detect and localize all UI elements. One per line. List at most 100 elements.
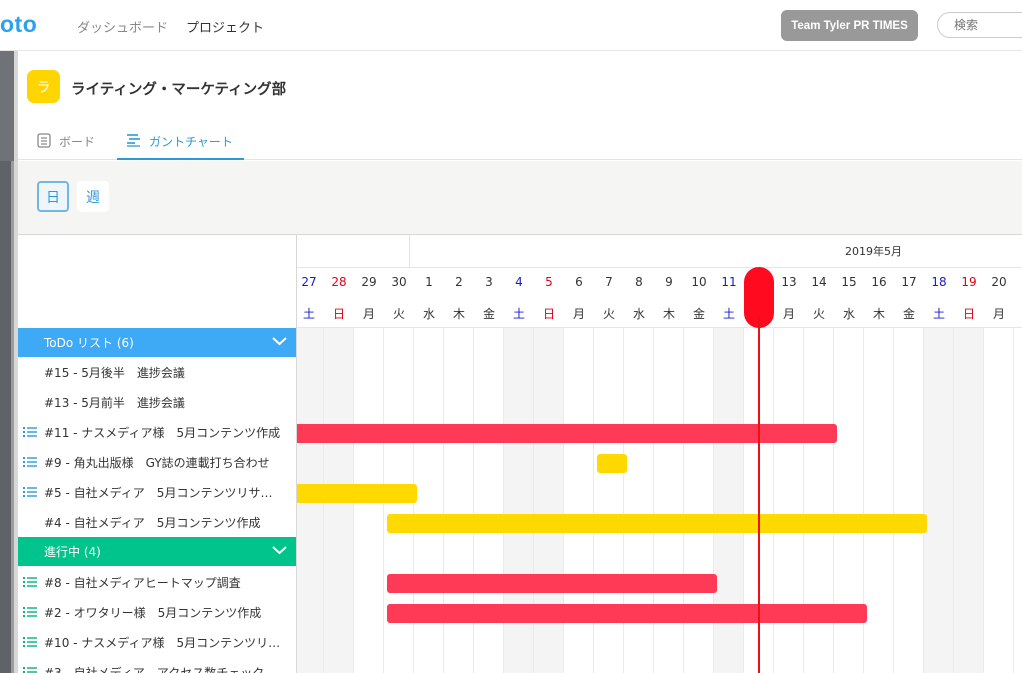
day-column [924, 328, 954, 673]
top-navigation-bar: oto ダッシュボード プロジェクト Team Tyler PR TIMES [0, 0, 1022, 51]
header-divider [297, 327, 1022, 328]
gantt-bar[interactable] [297, 483, 417, 503]
task-label: #5 - 自社メディア 5月コンテンツリサ… [44, 485, 273, 500]
day-number-label: 10 [691, 275, 707, 289]
chevron-down-icon[interactable] [272, 544, 287, 556]
subtask-list-icon [23, 637, 37, 647]
task-row[interactable]: #5 - 自社メディア 5月コンテンツリサ… [18, 477, 296, 507]
tab-board[interactable]: ボード [37, 133, 109, 160]
gantt-bar[interactable] [387, 513, 927, 533]
tab-gantt-chart[interactable]: ガントチャート [117, 133, 244, 160]
task-label: #13 - 5月前半 進捗会議 [44, 395, 185, 410]
gantt-bar[interactable] [297, 423, 837, 443]
task-label: #9 - 角丸出版様 GY誌の連載打ち合わせ [44, 455, 270, 470]
weekday-label: 金 [902, 307, 915, 321]
day-view-button[interactable]: 日 [37, 181, 69, 212]
day-number-label: 20 [991, 275, 1007, 289]
month-row-divider [297, 267, 1022, 268]
subtask-list-icon [23, 457, 37, 467]
task-row[interactable]: #2 - オワタリー様 5月コンテンツ作成 [18, 597, 296, 627]
day-number-label: 8 [635, 275, 643, 289]
day-column [864, 328, 894, 673]
day-number-label: 3 [485, 275, 493, 289]
chevron-down-icon[interactable] [272, 335, 287, 347]
gantt-bar[interactable] [597, 453, 627, 473]
day-number-label: 1 [425, 275, 433, 289]
task-row[interactable]: #4 - 自社メディア 5月コンテンツ作成 [18, 507, 296, 537]
task-label: #11 - ナスメディア様 5月コンテンツ作成 [44, 425, 281, 440]
day-number-label: 14 [811, 275, 827, 289]
group-header-todo[interactable]: ToDo リスト (6) [18, 328, 296, 357]
gantt-bar[interactable] [387, 603, 867, 623]
task-row[interactable]: #10 - ナスメディア様 5月コンテンツリ… [18, 627, 296, 657]
day-number-label: 9 [665, 275, 673, 289]
weekday-label: 日 [962, 307, 975, 321]
weekday-label: 火 [392, 307, 405, 321]
day-number-label: 6 [575, 275, 583, 289]
subtask-list-icon [23, 667, 37, 673]
week-view-button[interactable]: 週 [77, 181, 109, 212]
day-number-label: 27 [301, 275, 317, 289]
group-label: 進行中 (4) [44, 545, 101, 559]
subtask-list-icon [23, 487, 37, 497]
app-logo[interactable]: oto [0, 11, 37, 38]
day-column [984, 328, 1014, 673]
day-number-label: 4 [515, 275, 523, 289]
search-input[interactable] [937, 12, 1022, 38]
gantt-chart-area[interactable]: 2019年5月 27 土 28 日 29 月 30 火 1 水 2 木 3 金 4 土 5 日 6 月 7 火 8 水 9 木 10… [297, 234, 1022, 673]
task-label: #2 - オワタリー様 5月コンテンツ作成 [44, 605, 262, 620]
project-title: ライティング・マーケティング部 [71, 82, 287, 98]
gantt-bar[interactable] [387, 573, 717, 593]
weekday-label: 月 [362, 307, 375, 321]
task-row[interactable]: #15 - 5月後半 進捗会議 [18, 357, 296, 387]
day-number-label: 13 [781, 275, 797, 289]
day-number-label: 16 [871, 275, 887, 289]
subtask-list-icon [23, 577, 37, 587]
weekday-label: 土 [722, 307, 735, 321]
day-number-label: 17 [901, 275, 917, 289]
weekday-label: 木 [452, 307, 465, 321]
tab-gantt-label: ガントチャート [149, 135, 233, 149]
board-icon [37, 133, 51, 148]
weekday-label: 金 [482, 307, 495, 321]
weekday-label: 日 [542, 307, 555, 321]
weekday-label: 木 [872, 307, 885, 321]
nav-dashboard-link[interactable]: ダッシュボード [77, 17, 168, 36]
tab-board-label: ボード [59, 135, 96, 149]
task-row[interactable]: #9 - 角丸出版様 GY誌の連載打ち合わせ [18, 447, 296, 477]
day-number-label: 7 [605, 275, 613, 289]
day-number-label: 2 [1014, 275, 1022, 289]
task-label: #15 - 5月後半 進捗会議 [44, 365, 185, 380]
group-header-in-progress[interactable]: 進行中 (4) [18, 537, 296, 566]
day-number-label: 11 [721, 275, 737, 289]
weekday-label: 木 [662, 307, 675, 321]
day-number-label: 18 [931, 275, 947, 289]
group-label: ToDo リスト (6) [44, 336, 134, 350]
day-number-label: 5 [545, 275, 553, 289]
gantt-toolbar: 日 週 [18, 161, 1022, 234]
weekday-label: 金 [692, 307, 705, 321]
team-switcher-button[interactable]: Team Tyler PR TIMES [781, 10, 918, 41]
gantt-icon [127, 134, 140, 147]
weekday-label: 土 [302, 307, 315, 321]
day-number-label: 15 [841, 275, 857, 289]
task-label: #8 - 自社メディアヒートマップ調査 [44, 575, 241, 590]
nav-projects-link[interactable]: プロジェクト [186, 17, 264, 36]
task-row[interactable]: #8 - 自社メディアヒートマップ調査 [18, 567, 296, 597]
month-divider [409, 235, 410, 267]
task-row[interactable]: #11 - ナスメディア様 5月コンテンツ作成 [18, 417, 296, 447]
weekday-label: 月 [572, 307, 585, 321]
weekday-label: 水 [422, 307, 435, 321]
task-list-panel: ToDo リスト (6) #15 - 5月後半 進捗会議 #13 - 5月前半 … [18, 234, 297, 673]
day-column [1014, 328, 1022, 673]
today-line [758, 315, 760, 673]
task-row[interactable]: #3 - 自社メディア アクセス数チェック [18, 657, 296, 673]
project-sidebar [0, 51, 14, 673]
day-number-label: 19 [961, 275, 977, 289]
task-row[interactable]: #13 - 5月前半 進捗会議 [18, 387, 296, 417]
day-number-label: 28 [331, 275, 347, 289]
subtask-list-icon [23, 427, 37, 437]
weekday-label: 土 [932, 307, 945, 321]
project-icon: ラ [27, 70, 60, 103]
weekday-label: 月 [992, 307, 1005, 321]
